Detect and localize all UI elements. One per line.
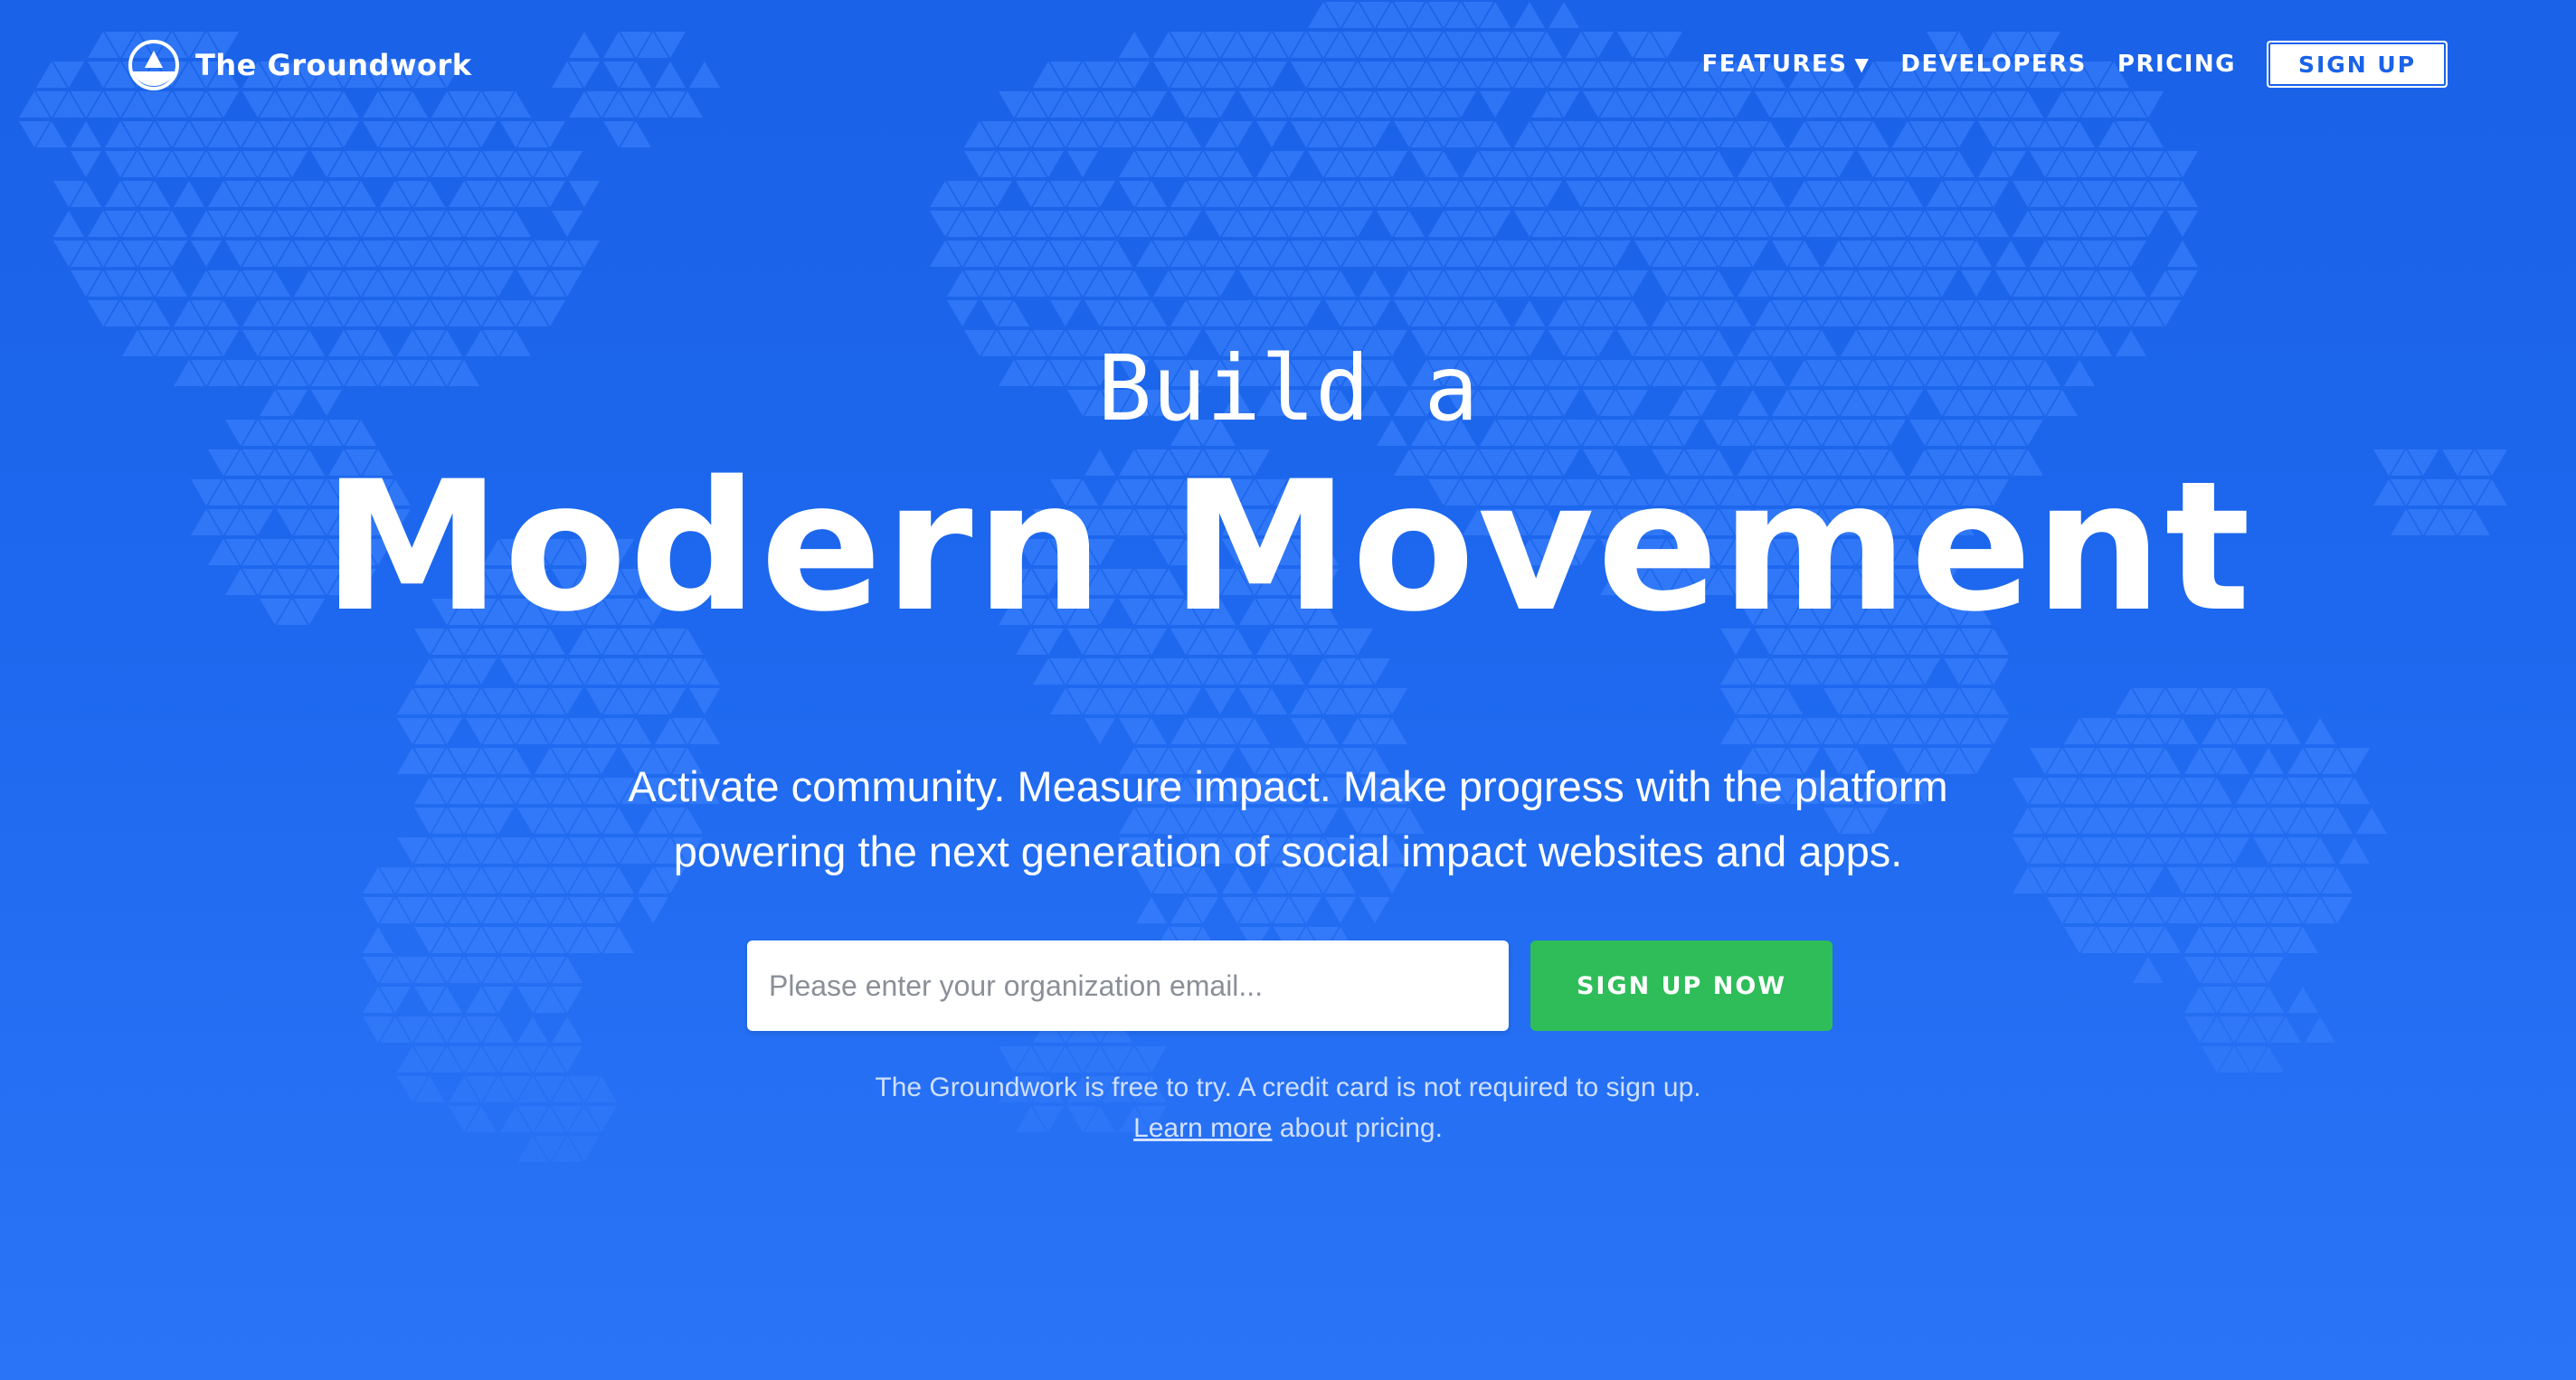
pricing-note: The Groundwork is free to try. A credit …: [0, 1067, 2576, 1148]
nav-developers[interactable]: DEVELOPERS: [1900, 51, 2087, 78]
pricing-note-line2-rest: about pricing.: [1272, 1113, 1443, 1143]
sign-up-now-button[interactable]: SIGN UP NOW: [1530, 940, 1833, 1031]
brand-name: The Groundwork: [195, 48, 472, 82]
triangle-in-circle-icon: [128, 40, 179, 90]
brand-home-link[interactable]: The Groundwork: [127, 36, 472, 94]
nav-features-label: FEATURES: [1701, 51, 1848, 78]
learn-more-link[interactable]: Learn more: [1133, 1113, 1272, 1143]
pricing-note-line1: The Groundwork is free to try. A credit …: [875, 1073, 1701, 1102]
nav-signup-button[interactable]: SIGN UP: [2267, 41, 2448, 88]
hero-title: Modern Movement: [322, 442, 2254, 651]
organization-email-input[interactable]: [747, 940, 1509, 1031]
pricing-note-line2: Learn more about pricing.: [0, 1108, 2576, 1148]
top-navigation: The Groundwork FEATURES ▼ DEVELOPERS PRI…: [0, 0, 2576, 132]
nav-pricing[interactable]: PRICING: [2117, 51, 2236, 78]
hero-subtitle: Activate community. Measure impact. Make…: [564, 754, 2012, 884]
main-nav: FEATURES ▼ DEVELOPERS PRICING SIGN UP: [1701, 40, 2448, 89]
nav-features[interactable]: FEATURES ▼: [1701, 51, 1870, 78]
hero-subtitle-line2: powering the next generation of social i…: [673, 827, 1903, 875]
caret-down-icon: ▼: [1854, 53, 1870, 75]
hero-subtitle-line1: Activate community. Measure impact. Make…: [628, 762, 1948, 810]
hero-pretitle: Build a: [1097, 336, 1479, 441]
